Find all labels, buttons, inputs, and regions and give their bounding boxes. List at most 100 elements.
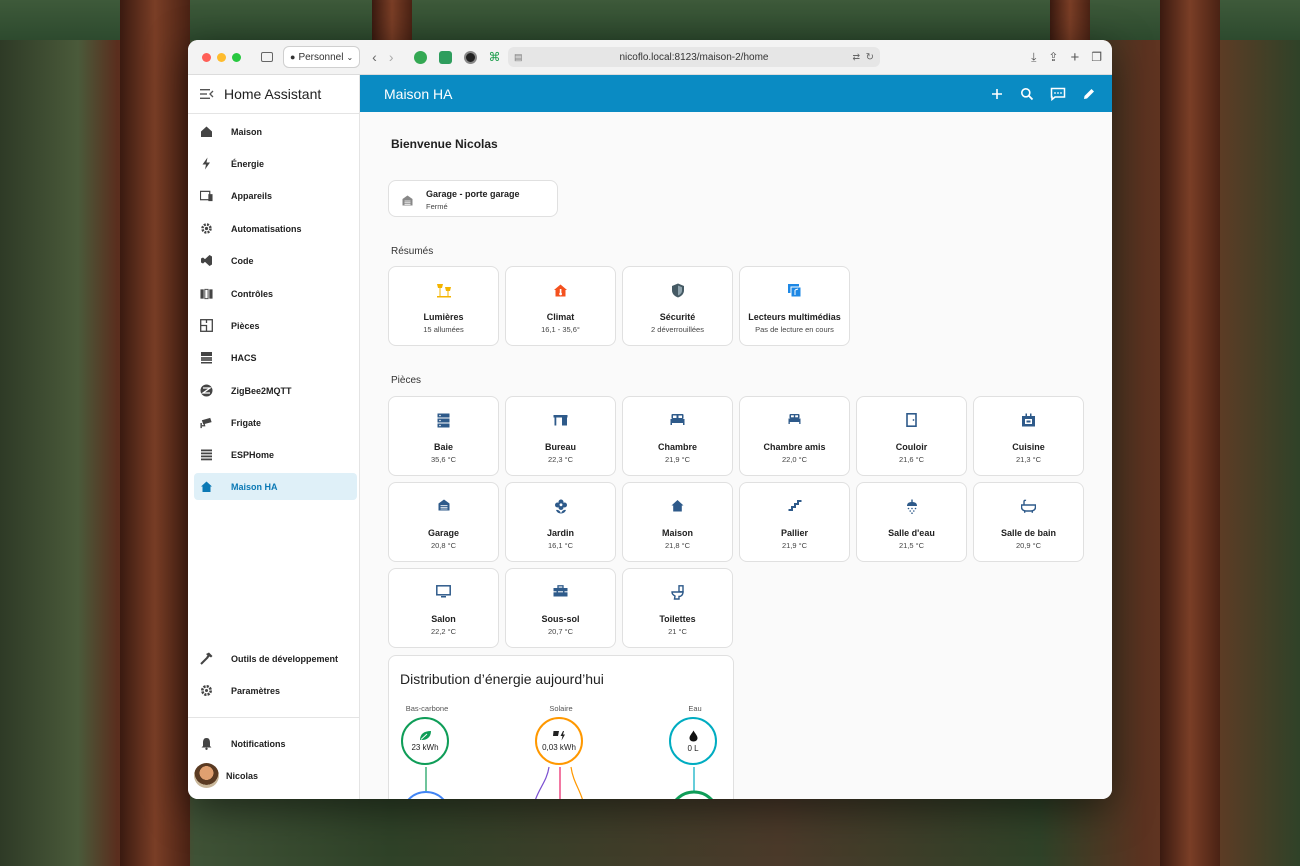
room-bureau[interactable]: Bureau 22,3 °C xyxy=(505,396,616,476)
summary-value: 16,1 - 35,6° xyxy=(541,325,580,334)
room-salle-d-eau[interactable]: Salle d'eau 21,5 °C xyxy=(856,482,967,562)
garage-door-name: Garage - porte garage xyxy=(426,189,520,199)
new-tab-icon[interactable]: + xyxy=(1070,49,1079,66)
url-text: nicoflo.local:8123/maison-2/home xyxy=(619,51,769,63)
sidebar-item-energie[interactable]: Énergie xyxy=(194,150,357,177)
energy-node-label: Bas-carbone xyxy=(405,704,449,713)
sidebar-item-esphome[interactable]: ESPHome xyxy=(194,441,357,468)
room-garage[interactable]: Garage 20,8 °C xyxy=(388,482,499,562)
sidebar: Home Assistant Maison Énergie Appareils … xyxy=(188,75,360,799)
room-name: Baie xyxy=(433,442,453,452)
sidebar-item-hacs[interactable]: HACS xyxy=(194,344,357,371)
room-temperature: 21,3 °C xyxy=(1015,455,1042,464)
solar-icon xyxy=(552,731,565,741)
minimize-window-button[interactable] xyxy=(217,52,226,62)
summary-lumieres[interactable]: Lumières 15 allumées xyxy=(388,266,499,346)
summary-climat[interactable]: Climat 16,1 - 35,6° xyxy=(505,266,616,346)
sidebar-item-label: Notifications xyxy=(231,738,286,749)
address-bar[interactable]: ▤ nicoflo.local:8123/maison-2/home ⇄ ↻ xyxy=(508,47,880,67)
menu-collapse-icon[interactable] xyxy=(200,88,214,100)
room-baie[interactable]: Baie 35,6 °C xyxy=(388,396,499,476)
profile-selector[interactable]: ● Personnel ⌄ xyxy=(283,46,361,68)
room-sous-sol[interactable]: Sous-sol 20,7 °C xyxy=(505,568,616,648)
stove-icon xyxy=(974,413,1083,428)
room-chambre[interactable]: Chambre 21,9 °C xyxy=(622,396,733,476)
room-temperature: 21 °C xyxy=(668,627,687,636)
room-name: Chambre amis xyxy=(763,442,826,452)
extension-icon[interactable] xyxy=(413,50,427,64)
add-icon[interactable] xyxy=(990,87,1004,101)
room-salle-de-bain[interactable]: Salle de bain 20,9 °C xyxy=(973,482,1084,562)
sidebar-item-appareils[interactable]: Appareils xyxy=(194,182,357,209)
extension-cube-icon[interactable] xyxy=(438,50,452,64)
extension-command-icon[interactable]: ⌘ xyxy=(489,50,502,64)
room-name: Salon xyxy=(431,614,456,624)
shield-icon xyxy=(623,283,732,298)
assist-chat-icon[interactable] xyxy=(1050,87,1066,101)
controls-icon xyxy=(200,287,213,300)
home-icon xyxy=(200,480,213,493)
energy-node-value: 0 L xyxy=(687,743,699,753)
garage-door-tile[interactable]: Garage - porte garage Fermé xyxy=(388,180,558,217)
close-window-button[interactable] xyxy=(202,52,211,62)
home-icon xyxy=(200,125,213,138)
room-name: Jardin xyxy=(546,528,574,538)
search-icon[interactable] xyxy=(1020,87,1034,101)
room-pallier[interactable]: Pallier 21,9 °C xyxy=(739,482,850,562)
reload-icon[interactable]: ↻ xyxy=(866,52,874,63)
sidebar-item-parametres[interactable]: Paramètres xyxy=(194,677,357,704)
room-chambre-amis[interactable]: Chambre amis 22,0 °C xyxy=(739,396,850,476)
sidebar-item-frigate[interactable]: Frigate xyxy=(194,409,357,436)
garage-icon xyxy=(389,499,498,514)
sidebar-item-pieces[interactable]: Pièces xyxy=(194,312,357,339)
share-icon[interactable]: ⇪ xyxy=(1048,50,1058,64)
room-name: Toilettes xyxy=(659,614,696,624)
energy-node-low-carbon[interactable]: 23 kWh xyxy=(401,717,449,765)
forward-icon[interactable]: › xyxy=(389,49,394,65)
energy-node-water[interactable]: 0 L xyxy=(669,717,717,765)
room-name: Cuisine xyxy=(1012,442,1045,452)
room-jardin[interactable]: Jardin 16,1 °C xyxy=(505,482,616,562)
edit-pencil-icon[interactable] xyxy=(1082,87,1096,101)
sidebar-item-outils-developpement[interactable]: Outils de développement xyxy=(194,645,357,672)
sidebar-item-label: Automatisations xyxy=(231,223,302,234)
sidebar-toggle-icon[interactable] xyxy=(261,52,273,62)
tabs-overview-icon[interactable]: ❐ xyxy=(1091,50,1102,64)
room-temperature: 22,3 °C xyxy=(547,455,574,464)
download-icon[interactable]: ⤓ xyxy=(1031,50,1036,65)
sidebar-item-user[interactable]: Nicolas xyxy=(194,762,357,789)
sidebar-item-notifications[interactable]: Notifications xyxy=(194,730,357,757)
background-trunk xyxy=(1160,0,1220,866)
sidebar-item-label: Paramètres xyxy=(231,685,281,696)
room-couloir[interactable]: Couloir 21,6 °C xyxy=(856,396,967,476)
background-trunk xyxy=(1050,0,1090,40)
room-toilettes[interactable]: Toilettes 21 °C xyxy=(622,568,733,648)
room-cuisine[interactable]: Cuisine 21,3 °C xyxy=(973,396,1084,476)
room-temperature: 21,8 °C xyxy=(664,541,691,550)
room-maison[interactable]: Maison 21,8 °C xyxy=(622,482,733,562)
sidebar-item-automatisations[interactable]: Automatisations xyxy=(194,215,357,242)
shower-icon xyxy=(857,499,966,514)
room-temperature: 35,6 °C xyxy=(430,455,457,464)
maximize-window-button[interactable] xyxy=(232,52,241,62)
energy-node-solar[interactable]: 0,03 kWh xyxy=(535,717,583,765)
sidebar-item-maison-ha[interactable]: Maison HA xyxy=(194,473,357,500)
sidebar-item-label: Appareils xyxy=(231,190,273,201)
room-salon[interactable]: Salon 22,2 °C xyxy=(388,568,499,648)
translate-icon[interactable]: ⇄ xyxy=(852,52,860,63)
sidebar-item-maison[interactable]: Maison xyxy=(194,118,357,145)
sidebar-item-zigbee2mqtt[interactable]: ZigBee2MQTT xyxy=(194,377,357,404)
garage-door-state: Fermé xyxy=(426,202,448,211)
bed-icon xyxy=(740,413,849,428)
back-icon[interactable]: ‹ xyxy=(372,49,377,65)
summaries-heading: Résumés xyxy=(391,246,434,257)
zigbee-icon xyxy=(200,384,213,397)
extension-record-icon[interactable] xyxy=(463,50,477,64)
room-name: Garage xyxy=(427,528,460,538)
energy-card-title: Distribution d’énergie aujourd’hui xyxy=(400,671,604,687)
summary-lecteurs-multimedias[interactable]: Lecteurs multimédias Pas de lecture en c… xyxy=(739,266,850,346)
sidebar-item-controles[interactable]: Contrôles xyxy=(194,280,357,307)
background-trunk xyxy=(372,0,412,40)
sidebar-item-code[interactable]: Code xyxy=(194,247,357,274)
summary-securite[interactable]: Sécurité 2 déverrouillées xyxy=(622,266,733,346)
